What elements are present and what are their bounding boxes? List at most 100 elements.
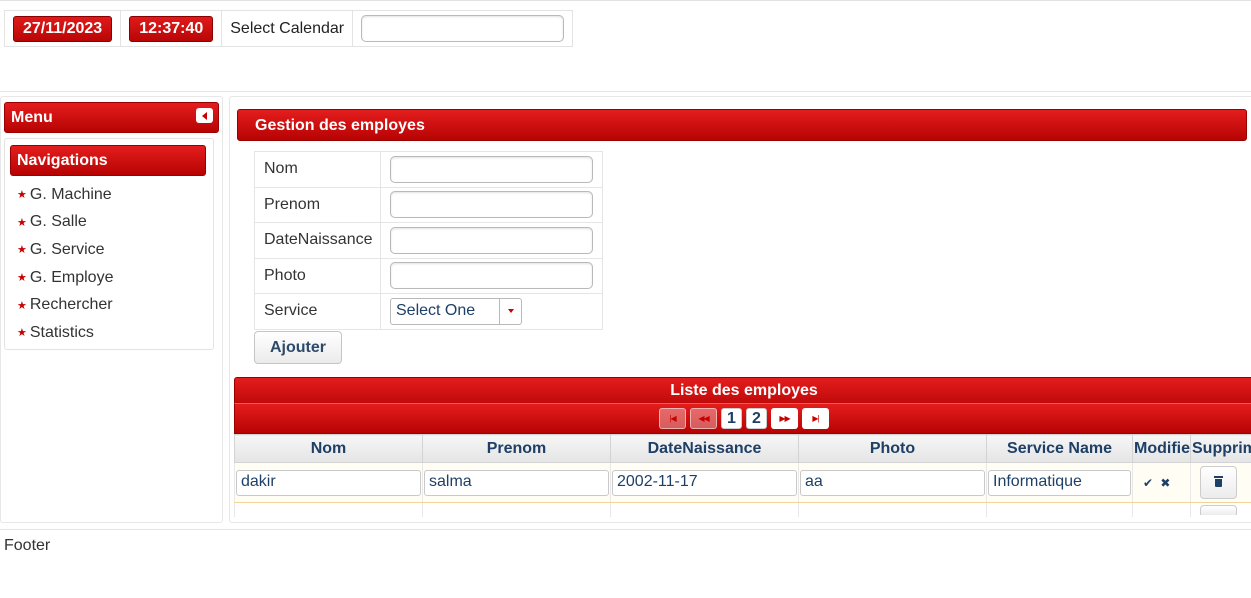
service-select[interactable]: Select One [390, 297, 522, 325]
page-2-button[interactable]: 2 [746, 408, 767, 429]
last-page-button[interactable]: ▶| [802, 408, 829, 429]
nav-item-label: G. Employe [29, 268, 114, 286]
main-content: Gestion des employes Nom Prenom DateNais… [229, 96, 1251, 523]
cell-empty [798, 502, 987, 517]
employee-list: Liste des employes |◀ ◀◀ 1 2 ▶▶ ▶| Nom P… [234, 377, 1251, 522]
photo-cell [380, 257, 603, 294]
calendar-label: Select Calendar [230, 19, 345, 37]
nav-item-service[interactable]: ★ G. Service [17, 236, 113, 264]
col-header-modifier: Modifier [1132, 434, 1191, 463]
cell-empty [234, 502, 423, 517]
nav-item-label: G. Machine [29, 185, 112, 203]
nav-item-label: Statistics [29, 323, 94, 341]
time-cell: 12:37:40 [121, 11, 223, 46]
nav-item-rechercher[interactable]: ★ Rechercher [17, 291, 113, 319]
date-cell: 27/11/2023 [5, 11, 122, 46]
prenom-label: Prenom [254, 186, 381, 223]
navigations-header: Navigations [10, 145, 206, 176]
cell-supprimer [1190, 502, 1251, 517]
photo-cell-input[interactable]: aa [800, 469, 985, 496]
footer-text: Footer [4, 537, 51, 554]
cell-empty [422, 502, 611, 517]
nav-item-label: Rechercher [29, 296, 113, 314]
service-cell-input[interactable]: Informatique [988, 469, 1131, 496]
date-naissance-input[interactable] [390, 226, 593, 254]
nav-item-label: G. Service [29, 240, 105, 258]
nav-item-statistics[interactable]: ★ Statistics [17, 319, 113, 347]
employee-panel-title: Gestion des employes [255, 117, 425, 134]
check-icon[interactable]: ✔ [1143, 476, 1153, 490]
photo-input[interactable] [390, 262, 593, 290]
star-icon: ★ [17, 272, 27, 285]
prenom-input[interactable] [390, 191, 593, 219]
date-cell-input[interactable]: 2002-11-17 [612, 469, 797, 496]
date-naissance-label: DateNaissance [254, 222, 381, 259]
next-page-button[interactable]: ▶▶ [771, 408, 798, 429]
form-row-photo: Photo [254, 257, 603, 294]
arrow-left-icon [202, 111, 207, 120]
dropdown-trigger[interactable] [499, 298, 521, 324]
calendar-label-cell: Select Calendar [222, 11, 354, 46]
current-date-badge: 27/11/2023 [13, 15, 113, 42]
menu-header: Menu [4, 102, 219, 133]
ajouter-button[interactable]: Ajouter [254, 331, 342, 364]
employee-panel-header: Gestion des employes [237, 109, 1247, 141]
nom-label: Nom [254, 151, 381, 188]
col-header-supprimer: Supprimer [1190, 434, 1251, 463]
employee-list-title: Liste des employes [234, 377, 1251, 403]
left-sidebar: Menu Navigations ★ G. Machine ★ G. Salle ★… [0, 96, 223, 523]
table-row: dakir salma 2002-11-17 aa Informatique ✔… [234, 462, 1251, 503]
menu-title: Menu [11, 109, 53, 126]
collapse-menu-button[interactable] [196, 108, 213, 123]
menu-body: Navigations ★ G. Machine ★ G. Salle ★ G. Se… [4, 138, 214, 350]
cell-supprimer [1190, 462, 1251, 503]
prenom-cell-input[interactable]: salma [424, 469, 609, 496]
prenom-cell [380, 186, 603, 223]
nom-cell-input[interactable]: dakir [236, 469, 421, 496]
table-header-row: Nom Prenom DateNaissance Photo Service N… [234, 434, 1251, 463]
cell-photo: aa [798, 462, 987, 503]
calendar-input-cell [353, 11, 572, 46]
cell-empty [986, 502, 1133, 517]
chevron-down-icon [507, 309, 514, 314]
cell-prenom: salma [422, 462, 611, 503]
photo-label: Photo [254, 257, 381, 294]
col-header-date[interactable]: DateNaissance [610, 434, 799, 463]
cell-empty [610, 502, 799, 517]
delete-button[interactable] [1200, 466, 1237, 499]
calendar-input[interactable] [361, 15, 565, 42]
cell-service: Informatique [986, 462, 1133, 503]
service-cell: Select One [380, 293, 603, 330]
nom-input[interactable] [390, 155, 593, 183]
cell-nom: dakir [234, 462, 423, 503]
nav-list: ★ G. Machine ★ G. Salle ★ G. Service ★ G. Em… [17, 181, 113, 347]
employee-form: Nom Prenom DateNaissance Photo Service S… [254, 151, 603, 330]
table-row [234, 502, 1251, 517]
nav-item-salle[interactable]: ★ G. Salle [17, 209, 113, 237]
cell-date: 2002-11-17 [610, 462, 799, 503]
col-header-service[interactable]: Service Name [986, 434, 1133, 463]
top-border [0, 0, 1251, 3]
first-page-icon: |◀ [669, 414, 676, 423]
last-page-icon: ▶| [812, 414, 819, 423]
form-row-prenom: Prenom [254, 186, 603, 223]
nav-item-machine[interactable]: ★ G. Machine [17, 181, 113, 209]
col-header-photo[interactable]: Photo [798, 434, 987, 463]
delete-button[interactable] [1200, 504, 1237, 515]
first-page-button[interactable]: |◀ [659, 408, 686, 429]
cell-modifier: ✔ ✖ [1132, 462, 1191, 503]
col-header-nom[interactable]: Nom [234, 434, 423, 463]
page-1-button[interactable]: 1 [721, 408, 742, 429]
col-header-prenom[interactable]: Prenom [422, 434, 611, 463]
service-label: Service [254, 293, 381, 330]
form-row-service: Service Select One [254, 293, 603, 330]
cross-icon[interactable]: ✖ [1160, 476, 1170, 490]
nav-item-employe[interactable]: ★ G. Employe [17, 264, 113, 292]
form-row-date: DateNaissance [254, 222, 603, 259]
header-toolbar: 27/11/2023 12:37:40 Select Calendar [4, 10, 574, 47]
service-select-value: Select One [396, 301, 476, 319]
nom-cell [380, 151, 603, 188]
navigations-title: Navigations [17, 152, 108, 169]
paginator: |◀ ◀◀ 1 2 ▶▶ ▶| [234, 403, 1251, 434]
prev-page-button[interactable]: ◀◀ [690, 408, 717, 429]
